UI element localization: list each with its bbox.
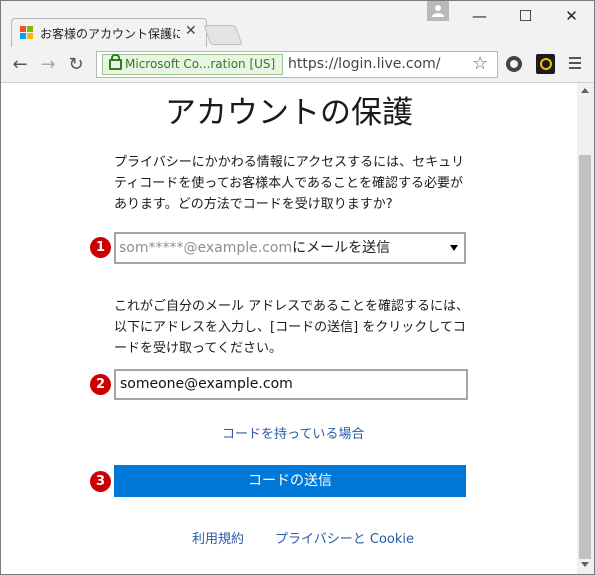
back-button[interactable]: ← xyxy=(9,54,31,76)
extension-check-icon[interactable] xyxy=(536,54,555,74)
terms-link[interactable]: 利用規約 xyxy=(192,528,244,547)
scrollbar-thumb[interactable] xyxy=(579,155,591,559)
scroll-up-arrow-icon[interactable] xyxy=(581,88,589,93)
reload-button[interactable]: ↻ xyxy=(65,54,87,76)
address-bar[interactable]: Microsoft Co...ration [US] https://login… xyxy=(96,51,498,78)
microsoft-logo-icon xyxy=(20,26,34,40)
bookmark-star-icon[interactable]: ☆ xyxy=(472,53,488,74)
annotation-badge-1: 1 xyxy=(90,237,111,258)
tab-title: お客様のアカウント保護にご協 xyxy=(40,27,180,41)
close-window-button[interactable]: ✕ xyxy=(549,1,594,31)
scrollbar[interactable] xyxy=(577,83,594,574)
new-tab-button[interactable] xyxy=(203,25,243,45)
send-email-suffix: にメールを送信 xyxy=(292,240,391,256)
confirm-instructions: これがご自分のメール アドレスであることを確認するには、以下にアドレスを入力し、… xyxy=(114,299,470,356)
forward-button[interactable]: → xyxy=(37,54,59,76)
browser-window: お客様のアカウント保護にご協 ✕ — ☐ ✕ ← → ↻ Microsoft C… xyxy=(0,0,595,575)
scroll-down-arrow-icon[interactable] xyxy=(581,562,589,567)
tab-close-icon[interactable]: ✕ xyxy=(185,23,197,39)
hamburger-menu-icon[interactable] xyxy=(569,57,581,72)
ev-label: Microsoft Co...ration [US] xyxy=(125,57,276,71)
privacy-cookie-link[interactable]: プライバシーと Cookie xyxy=(275,528,414,547)
annotation-badge-2: 2 xyxy=(90,374,111,395)
url-text[interactable]: https://login.live.com/ xyxy=(288,56,440,72)
ev-certificate-badge[interactable]: Microsoft Co...ration [US] xyxy=(102,54,283,75)
masked-email: som*****@example.com xyxy=(119,240,293,256)
verification-method-select[interactable]: som*****@example.comにメールを送信 xyxy=(114,232,466,264)
maximize-button[interactable]: ☐ xyxy=(503,1,548,31)
annotation-badge-3: 3 xyxy=(90,471,111,492)
extension-circle-icon[interactable] xyxy=(506,56,522,72)
title-bar: お客様のアカウント保護にご協 ✕ — ☐ ✕ xyxy=(1,1,594,47)
lock-icon xyxy=(109,54,122,70)
send-code-button[interactable]: コードの送信 xyxy=(114,465,466,497)
person-icon[interactable] xyxy=(427,1,449,21)
minimize-button[interactable]: — xyxy=(457,1,502,31)
email-input[interactable]: someone@example.com xyxy=(114,369,468,400)
page-title: アカウントの保護 xyxy=(165,95,413,131)
browser-tab[interactable]: お客様のアカウント保護にご協 ✕ xyxy=(11,18,207,47)
intro-text: プライバシーにかかわる情報にアクセスするには、セキュリティコードを使ってお客様本… xyxy=(114,155,465,212)
browser-toolbar: ← → ↻ Microsoft Co...ration [US] https:/… xyxy=(1,47,594,83)
have-code-link[interactable]: コードを持っている場合 xyxy=(222,423,364,442)
dropdown-caret-icon xyxy=(450,245,458,251)
